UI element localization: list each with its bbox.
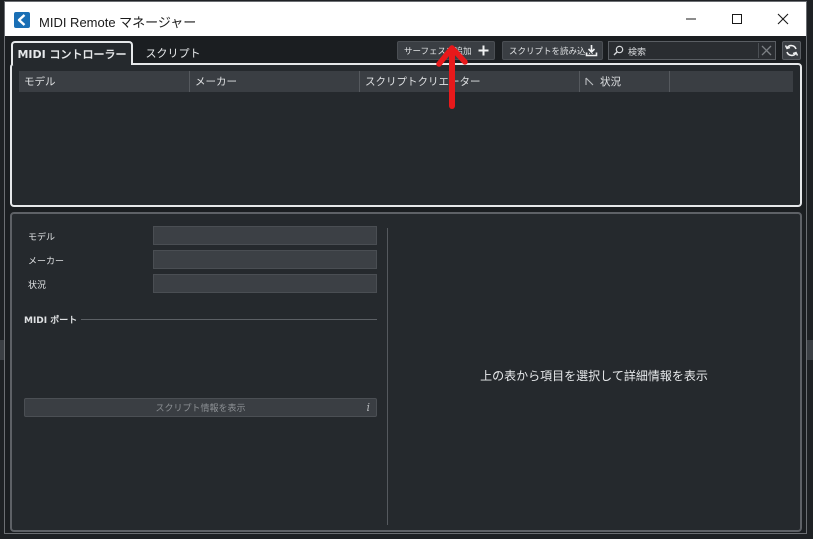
search-placeholder: 検索: [628, 48, 647, 58]
annotation-arrow-icon: [436, 45, 468, 109]
model-field: [153, 226, 377, 245]
close-button[interactable]: [760, 2, 806, 36]
maximize-icon: [732, 14, 742, 24]
title-bar: MIDI Remote マネージャー: [5, 2, 806, 36]
section-divider: [81, 319, 377, 320]
search-input[interactable]: 検索: [608, 41, 776, 60]
info-icon: i: [366, 401, 370, 414]
status-field: [153, 274, 377, 293]
show-script-info-label: スクリプト情報を表示: [155, 404, 246, 414]
tab-midi-controllers[interactable]: MIDI コントローラー: [11, 41, 133, 65]
clear-search-button[interactable]: [758, 43, 774, 58]
column-header-status[interactable]: 状況: [580, 71, 670, 92]
clear-icon: [761, 45, 772, 56]
manufacturer-field: [153, 250, 377, 269]
panel-splitter[interactable]: [387, 228, 388, 525]
refresh-button[interactable]: [782, 41, 801, 60]
column-header-model[interactable]: モデル: [19, 71, 190, 92]
model-label: モデル: [28, 233, 56, 243]
column-header-extra[interactable]: [670, 71, 793, 92]
plus-icon: [478, 45, 489, 56]
details-placeholder-text: 上の表から項目を選択して詳細情報を表示: [480, 369, 708, 383]
minimize-button[interactable]: [668, 2, 714, 36]
import-script-label: スクリプトを読み込...: [509, 46, 594, 57]
controllers-table-panel: モデル メーカー スクリプトクリエーター 状況: [10, 63, 802, 207]
column-header-manufacturer[interactable]: メーカー: [190, 71, 360, 92]
show-script-info-button[interactable]: スクリプト情報を表示 i: [24, 398, 377, 417]
maximize-button[interactable]: [714, 2, 760, 36]
manufacturer-label: メーカー: [28, 257, 65, 267]
import-script-button[interactable]: スクリプトを読み込...: [502, 41, 603, 60]
close-icon: [777, 13, 789, 25]
table-header: モデル メーカー スクリプトクリエーター 状況: [19, 71, 793, 92]
import-icon: [585, 45, 598, 57]
details-panel: モデル メーカー 状況 MIDI ポート スクリプト情報を表示 i 上の表から項…: [10, 212, 802, 532]
background-app-edge-right: [807, 340, 813, 360]
tab-scripts[interactable]: スクリプト: [141, 43, 205, 63]
search-icon: [613, 45, 624, 56]
sort-icon: [585, 77, 594, 86]
cubase-logo-icon: [14, 12, 30, 28]
status-label: 状況: [28, 281, 47, 291]
midi-remote-manager-window: MIDI Remote マネージャー MIDI コントローラー スクリプト サー…: [4, 1, 807, 534]
window-title: MIDI Remote マネージャー: [39, 15, 197, 30]
refresh-icon: [784, 44, 799, 57]
minimize-icon: [686, 18, 696, 20]
midi-port-section-label: MIDI ポート: [24, 316, 78, 326]
